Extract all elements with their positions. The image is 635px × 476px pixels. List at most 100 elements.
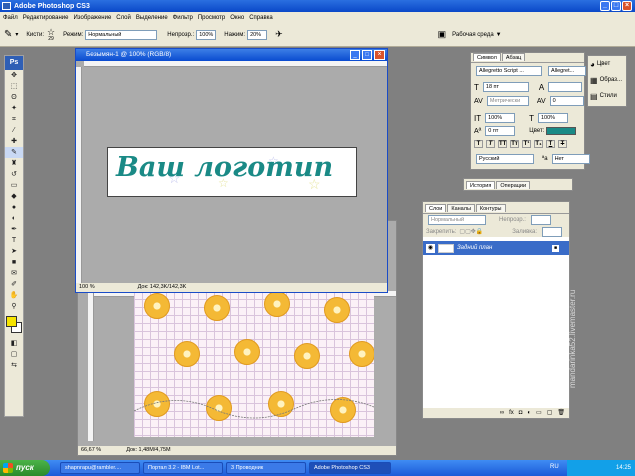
dock-item-color[interactable]: ◕ Цвет	[588, 56, 626, 72]
shape-tool-icon[interactable]: ■	[5, 257, 23, 268]
blur-tool-icon[interactable]: ●	[5, 202, 23, 213]
opacity-field[interactable]: 100%	[196, 29, 217, 40]
workspace-icon[interactable]: ▣	[438, 29, 447, 40]
font-family-select[interactable]: Allegretto Script ...	[476, 66, 542, 76]
slice-tool-icon[interactable]: ⁄	[5, 125, 23, 136]
workspace-menu[interactable]: Рабочая среда	[452, 32, 494, 38]
brush-preset-picker[interactable]: ☆ 29	[47, 27, 55, 42]
language-indicator[interactable]: RU	[550, 464, 559, 470]
eyedropper-tool-icon[interactable]: ✐	[5, 279, 23, 290]
lasso-tool-icon[interactable]: ʘ	[5, 92, 23, 103]
trash-icon[interactable]: 🗑	[557, 408, 565, 418]
tab-paths[interactable]: Контуры	[475, 204, 506, 212]
start-button[interactable]: пуск	[0, 460, 50, 476]
doc-minimize-button[interactable]: _	[350, 50, 360, 60]
strikethrough-button[interactable]: T	[558, 140, 567, 148]
adjustment-icon[interactable]: ◐	[527, 408, 531, 418]
document-titlebar[interactable]: Безымян-1 @ 100% (RGB/8) _ □ ×	[76, 49, 387, 61]
lock-icon[interactable]: ▢▢✥🔒	[459, 228, 483, 235]
dock-item-swatches[interactable]: ▦ Образ...	[588, 72, 626, 88]
all-caps-button[interactable]: TT	[498, 140, 507, 148]
magic-wand-tool-icon[interactable]: ✦	[5, 103, 23, 114]
maximize-button[interactable]: □	[611, 1, 621, 11]
menu-item-5[interactable]: Фильтр	[173, 15, 193, 21]
airbrush-icon[interactable]: ✈	[275, 29, 283, 40]
dropdown-arrow-icon[interactable]: ▾	[15, 31, 18, 38]
kerning-field[interactable]: Метрически	[486, 96, 529, 106]
new-layer-icon[interactable]: ▢	[547, 408, 553, 418]
foreground-color-swatch[interactable]	[6, 316, 17, 327]
menu-item-0[interactable]: Файл	[3, 15, 18, 21]
eye-icon[interactable]: ◉	[426, 243, 435, 253]
mask-icon[interactable]: ◘	[519, 408, 523, 418]
faux-bold-button[interactable]: T	[474, 140, 483, 148]
menu-item-2[interactable]: Изображение	[73, 15, 111, 21]
marquee-tool-icon[interactable]: ⬚	[5, 81, 23, 92]
tab-character[interactable]: Символ	[473, 53, 501, 61]
screen-mode-icon[interactable]: ▢	[5, 349, 23, 360]
chevron-down-icon[interactable]: ▼	[496, 32, 502, 38]
text-color-swatch[interactable]	[546, 127, 577, 135]
link-icon[interactable]: ∞	[500, 408, 504, 418]
leading-field[interactable]	[548, 82, 583, 92]
mode-select[interactable]: Нормальный	[85, 29, 158, 40]
layer-opacity-field[interactable]	[530, 215, 551, 225]
superscript-button[interactable]: T¹	[522, 140, 531, 148]
baseline-field[interactable]: 0 пт	[485, 126, 516, 136]
layer-name[interactable]: Задний план	[457, 245, 492, 251]
healing-tool-icon[interactable]: ✚	[5, 136, 23, 147]
tab-history[interactable]: История	[466, 181, 496, 189]
zoom-tool-icon[interactable]: ⚲	[5, 301, 23, 312]
quick-mask-icon[interactable]: ◧	[5, 338, 23, 349]
fill-tool-icon[interactable]: ◆	[5, 191, 23, 202]
menu-item-6[interactable]: Просмотр	[198, 15, 225, 21]
eraser-tool-icon[interactable]: ▭	[5, 180, 23, 191]
imageready-icon[interactable]: ⇆	[5, 360, 23, 371]
font-style-select[interactable]: Allegret...	[548, 66, 586, 76]
menu-item-3[interactable]: Слой	[116, 15, 131, 21]
dock-item-styles[interactable]: ▤ Стили	[588, 88, 626, 104]
subscript-button[interactable]: T₁	[534, 140, 543, 148]
tracking-field[interactable]: 0	[549, 96, 584, 106]
path-select-tool-icon[interactable]: ➤	[5, 246, 23, 257]
vertical-scale-field[interactable]: 100%	[485, 113, 516, 123]
fill-field[interactable]	[542, 226, 563, 237]
logo-text[interactable]: Ваш логотип	[116, 152, 333, 183]
underline-button[interactable]: T	[546, 140, 555, 148]
color-swatches[interactable]	[5, 316, 23, 338]
taskbar-item-email[interactable]: shapnrapu@rambler....	[60, 462, 140, 474]
small-caps-button[interactable]: Tт	[510, 140, 519, 148]
antialias-select[interactable]: Нет	[551, 154, 590, 164]
hand-tool-icon[interactable]: ✋	[5, 290, 23, 301]
doc-maximize-button[interactable]: □	[362, 50, 372, 60]
language-select[interactable]: Русский	[476, 154, 534, 164]
menu-item-4[interactable]: Выделение	[136, 15, 168, 21]
menu-item-7[interactable]: Окно	[230, 15, 244, 21]
faux-italic-button[interactable]: T	[486, 140, 495, 148]
menu-item-1[interactable]: Редактирование	[23, 15, 69, 21]
zoom-readout[interactable]: 66,67 %	[81, 446, 101, 455]
fx-icon[interactable]: fx	[509, 408, 514, 418]
close-button[interactable]: ×	[622, 1, 632, 11]
dodge-tool-icon[interactable]: ◐	[5, 213, 23, 224]
doc-close-button[interactable]: ×	[374, 50, 385, 60]
move-tool-icon[interactable]: ✥	[5, 70, 23, 81]
brush-tool-icon[interactable]: ✎	[5, 147, 23, 158]
zoom-readout[interactable]: 100 %	[79, 283, 95, 292]
folder-icon[interactable]: ▭	[536, 408, 542, 418]
font-size-field[interactable]: 18 пт	[482, 82, 529, 92]
minimize-button[interactable]: _	[600, 1, 610, 11]
tab-channels[interactable]: Каналы	[447, 204, 475, 212]
taskbar-item-photoshop[interactable]: Adobe Photoshop CS3	[309, 462, 391, 474]
crop-tool-icon[interactable]: ⌗	[5, 114, 23, 125]
tab-actions[interactable]: Операции	[496, 181, 531, 189]
type-tool-icon[interactable]: T	[5, 235, 23, 246]
notes-tool-icon[interactable]: ✉	[5, 268, 23, 279]
tab-layers[interactable]: Слои	[425, 204, 447, 212]
tab-paragraph[interactable]: Абзац	[501, 53, 526, 61]
blend-mode-select[interactable]: Нормальный	[428, 215, 486, 225]
pressure-field[interactable]: 20%	[247, 29, 268, 40]
menu-item-8[interactable]: Справка	[249, 15, 273, 21]
stamp-tool-icon[interactable]: ♜	[5, 158, 23, 169]
taskbar-item-explorer[interactable]: 3 Проводник	[226, 462, 306, 474]
